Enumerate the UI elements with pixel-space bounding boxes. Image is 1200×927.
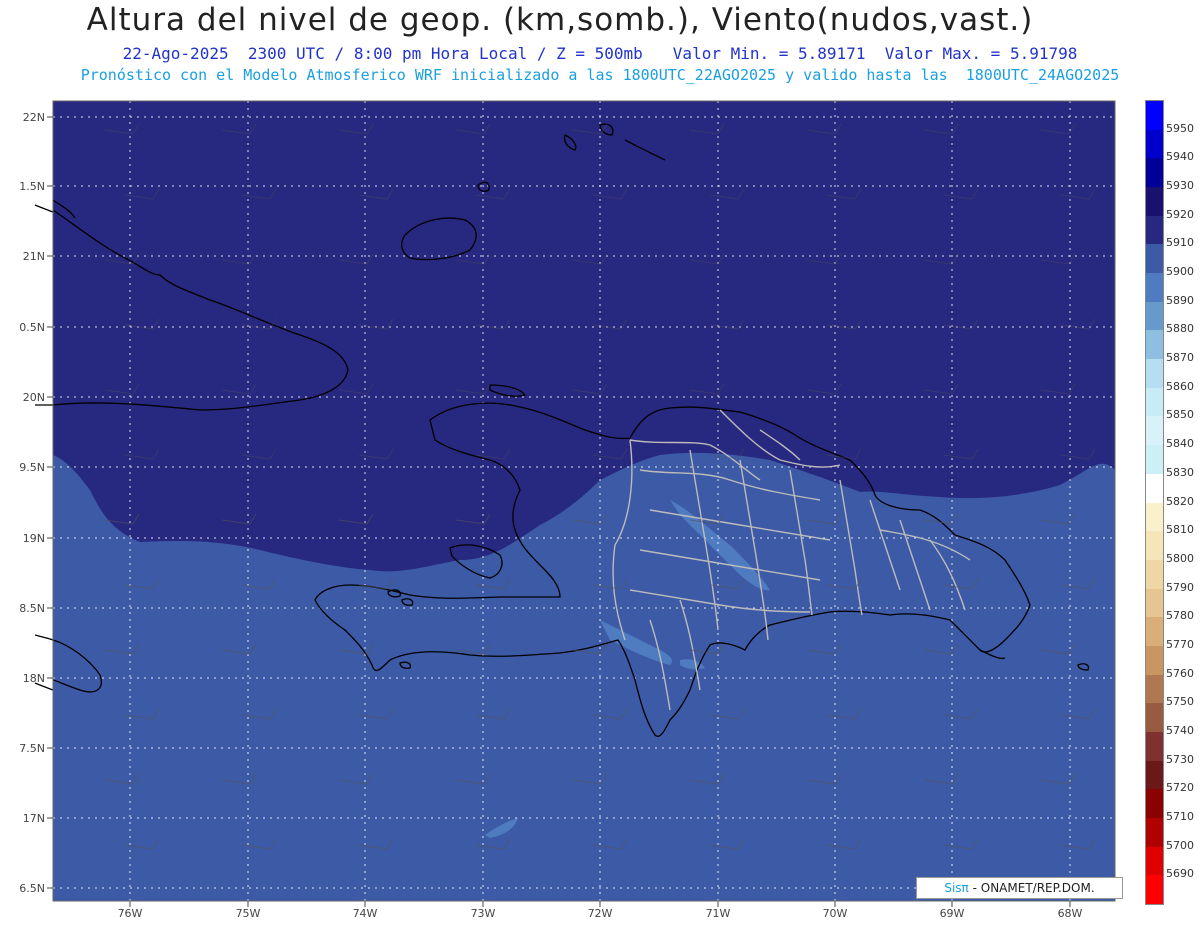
colorbar-label: 5740 — [1166, 723, 1194, 737]
lat-label: 17N — [23, 812, 45, 825]
lon-label: 68W — [1058, 907, 1083, 920]
colorbar-label: 5870 — [1166, 351, 1194, 365]
colorbar-segment — [1146, 703, 1163, 733]
lon-label: 69W — [940, 907, 965, 920]
colorbar-label: 5950 — [1166, 121, 1194, 135]
lat-label: 1.5N — [19, 180, 45, 193]
colorbar-label: 5810 — [1166, 523, 1194, 537]
colorbar-segment — [1146, 846, 1163, 876]
colorbar-label: 5730 — [1166, 752, 1194, 766]
lon-label: 70W — [823, 907, 848, 920]
colorbar-segment — [1146, 416, 1163, 446]
colorbar-segment — [1146, 531, 1163, 561]
colorbar-segment — [1146, 129, 1163, 159]
colorbar-label: 5940 — [1166, 150, 1194, 164]
colorbar-label: 5850 — [1166, 408, 1194, 422]
colorbar-segment — [1146, 445, 1163, 475]
colorbar-segment — [1146, 674, 1163, 704]
lat-label: 7.5N — [19, 742, 45, 755]
latitude-labels: 22N 1.5N 21N 0.5N 20N 9.5N 19N 8.5N 18N 7.5N 17N 6.… — [19, 111, 53, 895]
credit-box: Sisπ - ONAMET/REP.DOM. — [916, 877, 1123, 899]
longitude-labels: 76W 75W 74W 73W 72W 71W 70W 69W 68W — [118, 901, 1083, 920]
colorbar-label: 5860 — [1166, 379, 1194, 393]
colorbar-label: 5840 — [1166, 437, 1194, 451]
brand-logo: Sisπ — [944, 881, 969, 895]
colorbar-label: 5820 — [1166, 494, 1194, 508]
colorbar-segment — [1146, 244, 1163, 274]
colorbar-segment — [1146, 215, 1163, 245]
lon-label: 75W — [236, 907, 261, 920]
colorbar-segment — [1146, 731, 1163, 762]
colorbar-label: 5760 — [1166, 666, 1194, 680]
credit-text: - ONAMET/REP.DOM. — [972, 881, 1095, 895]
colorbar-segment — [1146, 101, 1163, 131]
lat-label: 22N — [23, 111, 45, 124]
colorbar-segment — [1146, 588, 1163, 618]
colorbar-label: 5720 — [1166, 781, 1194, 795]
lat-label: 6.5N — [19, 882, 45, 895]
colorbar-segment — [1146, 387, 1163, 417]
colorbar-segment — [1146, 789, 1163, 819]
colorbar-label: 5690 — [1166, 867, 1194, 881]
colorbar-segment — [1146, 473, 1163, 503]
colorbar-label: 5700 — [1166, 838, 1194, 852]
colorbar-segment — [1146, 187, 1163, 217]
colorbar-label: 5900 — [1166, 265, 1194, 279]
colorbar-label: 5920 — [1166, 207, 1194, 221]
colorbar-label: 5910 — [1166, 236, 1194, 250]
lon-label: 72W — [588, 907, 613, 920]
colorbar-segment — [1146, 760, 1163, 790]
colorbar-label: 5750 — [1166, 695, 1194, 709]
lon-label: 73W — [471, 907, 496, 920]
lon-label: 71W — [706, 907, 731, 920]
colorbar-label: 5790 — [1166, 580, 1194, 594]
lat-label: 20N — [23, 391, 45, 404]
colorbar-label: 5770 — [1166, 637, 1194, 651]
colorbar-segment — [1146, 645, 1163, 676]
colorbar — [1145, 100, 1164, 905]
lat-label: 8.5N — [19, 602, 45, 615]
colorbar-segment — [1146, 817, 1163, 848]
colorbar-segment — [1146, 301, 1163, 331]
colorbar-label: 5710 — [1166, 809, 1194, 823]
weather-map: 22N 1.5N 21N 0.5N 20N 9.5N 19N 8.5N 18N 7.5N 17N 6.… — [19, 100, 1116, 920]
lat-label: 0.5N — [19, 321, 45, 334]
colorbar-label: 5930 — [1166, 179, 1194, 193]
colorbar-segment — [1146, 617, 1163, 647]
colorbar-segment — [1146, 359, 1163, 389]
colorbar-label: 5890 — [1166, 293, 1194, 307]
colorbar-label: 5780 — [1166, 609, 1194, 623]
lon-label: 74W — [353, 907, 378, 920]
lat-label: 19N — [23, 532, 45, 545]
colorbar-segment — [1146, 158, 1163, 188]
colorbar-label: 5800 — [1166, 551, 1194, 565]
colorbar-segment — [1146, 559, 1163, 590]
colorbar-label: 5880 — [1166, 322, 1194, 336]
colorbar-segment — [1146, 273, 1163, 303]
colorbar-segment — [1146, 875, 1163, 905]
lat-label: 9.5N — [19, 461, 45, 474]
colorbar-label: 5830 — [1166, 465, 1194, 479]
colorbar-segment — [1146, 502, 1163, 532]
lat-label: 21N — [23, 250, 45, 263]
lon-label: 76W — [118, 907, 143, 920]
lat-label: 18N — [23, 672, 45, 685]
colorbar-segment — [1146, 330, 1163, 360]
